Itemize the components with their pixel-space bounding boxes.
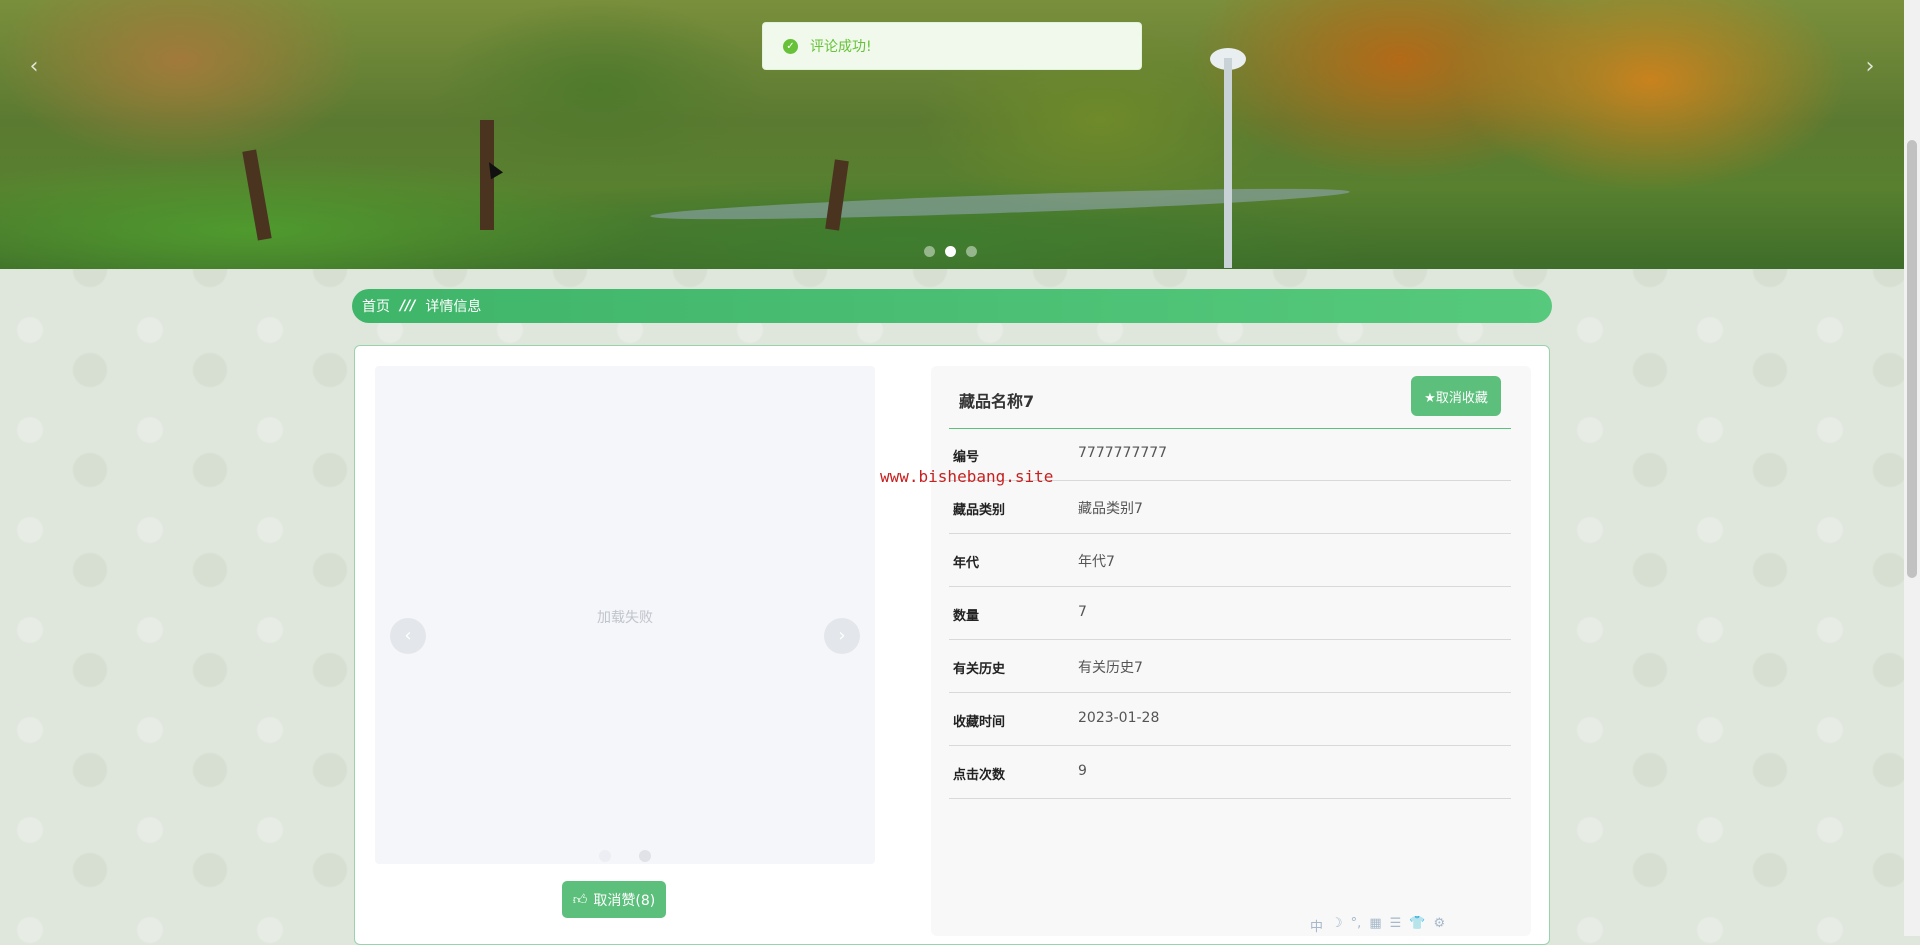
lamp-post — [1224, 58, 1232, 268]
ime-mode-icon[interactable]: 中 — [1310, 916, 1323, 935]
field-label: 藏品类别 — [953, 503, 1006, 518]
banner-indicator[interactable] — [966, 246, 977, 257]
ime-menu-icon[interactable]: ☰ — [1390, 916, 1402, 935]
item-info-header: 藏品名称7 ★取消收藏 — [949, 366, 1511, 429]
banner-path-decoration — [649, 182, 1351, 226]
field-value: 9 — [1078, 763, 1087, 779]
field-row-clicks: 点击次数 9 — [949, 746, 1511, 799]
breadcrumb: 首页 /// 详情信息 — [352, 289, 1552, 323]
check-circle-icon: ✓ — [783, 38, 798, 54]
ime-keyboard-icon[interactable]: ▦ — [1369, 916, 1381, 935]
field-value: 年代7 — [1078, 554, 1115, 570]
gallery-prev-arrow-icon[interactable]: ‹ — [390, 618, 426, 654]
site-watermark: www.bishebang.site — [880, 467, 1054, 486]
field-label: 数量 — [953, 609, 980, 624]
field-label: 编号 — [953, 450, 980, 465]
field-label: 年代 — [953, 556, 980, 571]
field-value: 藏品类别7 — [1078, 501, 1143, 517]
field-row-quantity: 数量 7 — [949, 587, 1511, 640]
banner-indicator-active[interactable] — [945, 246, 956, 257]
scrollbar-thumb[interactable] — [1907, 140, 1917, 578]
banner-indicator[interactable] — [924, 246, 935, 257]
ime-settings-icon[interactable]: ⚙ — [1433, 916, 1445, 935]
field-row-category: 藏品类别 藏品类别7 — [949, 481, 1511, 534]
item-title: 藏品名称7 — [959, 392, 1035, 411]
field-row-era: 年代 年代7 — [949, 534, 1511, 587]
tree-trunk — [825, 159, 849, 231]
field-label: 有关历史 — [953, 662, 1006, 677]
gallery-indicator-active[interactable] — [639, 850, 651, 862]
banner-prev-arrow-icon[interactable]: ‹ — [22, 55, 46, 79]
ime-punct-icon[interactable]: °, — [1351, 916, 1362, 935]
breadcrumb-separator: /// — [400, 298, 416, 314]
banner-indicators — [924, 246, 977, 257]
ime-moon-icon[interactable]: ☽ — [1331, 916, 1343, 935]
image-gallery[interactable]: 加载失败 ‹ › — [375, 366, 875, 864]
unlike-button-label: 取消赞(8) — [593, 892, 656, 909]
field-label: 收藏时间 — [953, 715, 1006, 730]
unfavorite-button[interactable]: ★取消收藏 — [1411, 376, 1501, 416]
field-label: 点击次数 — [953, 768, 1006, 783]
gallery-next-arrow-icon[interactable]: › — [824, 618, 860, 654]
image-load-failed-text: 加载失败 — [597, 610, 653, 626]
field-value: 7 — [1078, 604, 1087, 620]
breadcrumb-current: 详情信息 — [425, 299, 482, 315]
ime-skin-icon[interactable]: 👕 — [1409, 916, 1425, 935]
field-value: 2023-01-28 — [1078, 710, 1160, 726]
field-row-collect-date: 收藏时间 2023-01-28 — [949, 693, 1511, 746]
banner-next-arrow-icon[interactable]: › — [1858, 55, 1882, 79]
ime-toolbar[interactable]: 中 ☽ °, ▦ ☰ 👕 ⚙ — [1310, 916, 1445, 935]
breadcrumb-home[interactable]: 首页 — [362, 296, 390, 316]
scrollbar[interactable] — [1904, 0, 1920, 936]
field-value: 有关历史7 — [1078, 660, 1143, 676]
success-toast: ✓ 评论成功! — [762, 22, 1142, 70]
thumbs-up-icon: 👍︎ — [572, 892, 588, 908]
gallery-indicator[interactable] — [599, 850, 611, 862]
gallery-indicators — [599, 850, 651, 862]
tree-trunk — [242, 149, 272, 241]
item-info-panel: 藏品名称7 ★取消收藏 编号 7777777777 藏品类别 藏品类别7 年代 … — [931, 366, 1531, 936]
field-row-history: 有关历史 有关历史7 — [949, 640, 1511, 693]
unlike-button[interactable]: 👍︎ 取消赞(8) — [562, 881, 666, 918]
field-value: 7777777777 — [1078, 445, 1168, 461]
toast-message: 评论成功! — [810, 39, 872, 55]
detail-card: 加载失败 ‹ › 👍︎ 取消赞(8) 藏品名称7 ★取消收藏 编号 777777… — [354, 345, 1550, 945]
